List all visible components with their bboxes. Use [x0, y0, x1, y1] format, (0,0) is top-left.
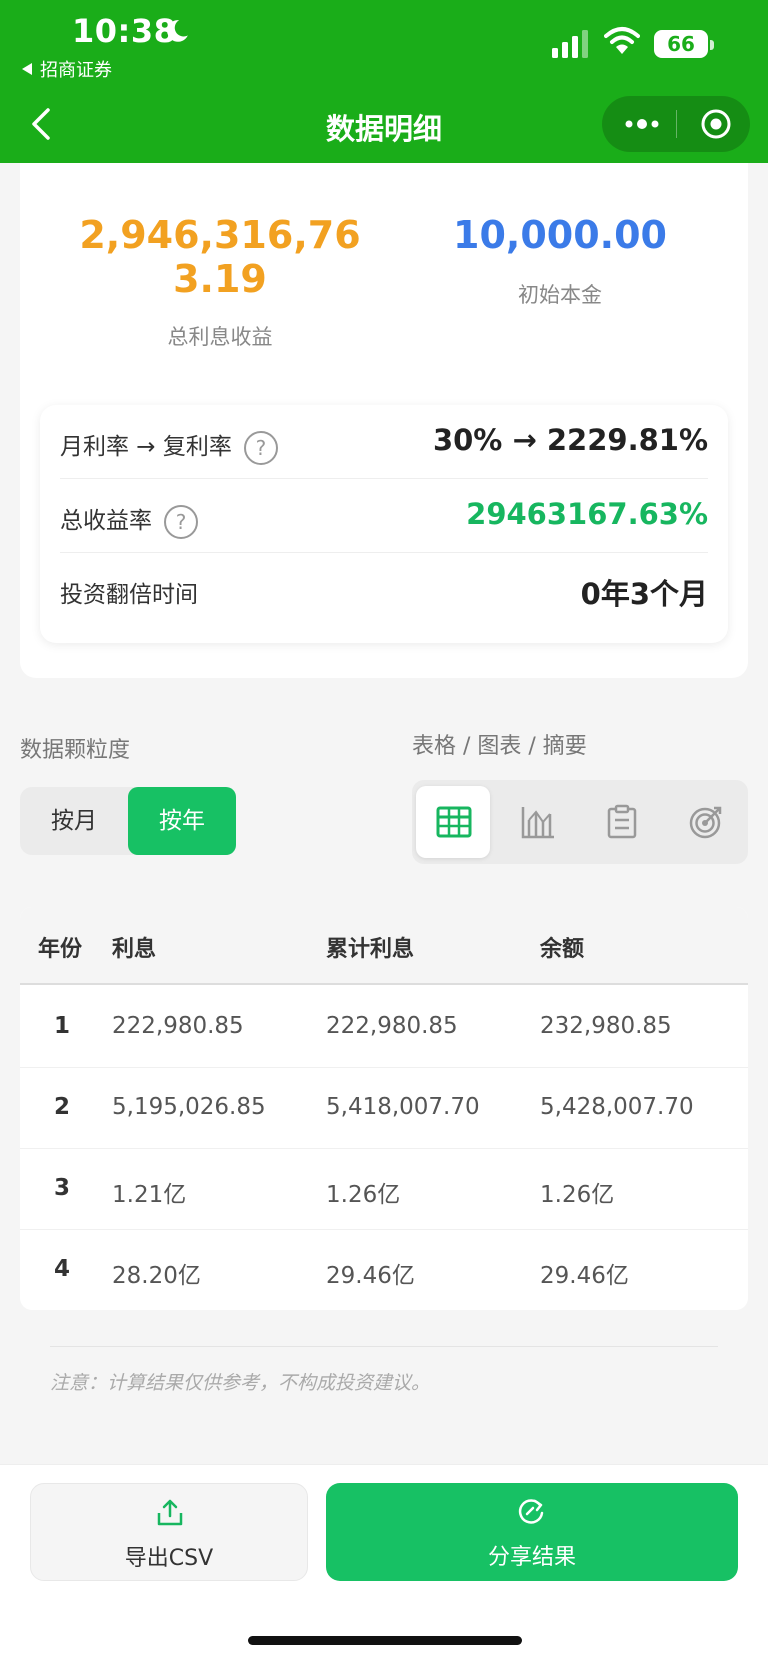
- view-summary-button[interactable]: [584, 786, 658, 858]
- chart-icon: [521, 807, 554, 839]
- cell-year: 2: [53, 1094, 70, 1120]
- view-switch: [412, 780, 748, 864]
- help-icon[interactable]: ?: [164, 504, 198, 539]
- back-triangle-icon: [22, 63, 32, 75]
- note-divider: [50, 1346, 718, 1347]
- back-app-label: 招商证券: [40, 60, 112, 81]
- cell-interest: 5,195,026.85: [112, 1094, 266, 1120]
- rate-value: 30% → 2229.81%: [432, 423, 708, 457]
- double-time-value: 0年3个月: [580, 577, 708, 611]
- controls-section: 数据颗粒度 表格 / 图表 / 摘要 按月 按年: [0, 700, 768, 888]
- cell-balance: 5,428,007.70: [540, 1094, 694, 1120]
- home-indicator: [248, 1636, 522, 1645]
- mini-program-capsule: [602, 96, 750, 152]
- return-value: 29463167.63%: [466, 497, 708, 531]
- summary-card: 2,946,316,763.19 总利息收益 10,000.00 初始本金 月利…: [20, 163, 748, 678]
- cell-year: 1: [53, 1013, 70, 1039]
- principal-label: 初始本金: [518, 283, 602, 307]
- cell-cumulative-interest: 222,980.85: [326, 1013, 458, 1039]
- view-table-button[interactable]: [416, 786, 490, 858]
- cell-cumulative-interest: 1.26亿: [326, 1182, 401, 1208]
- cell-balance: 232,980.85: [540, 1013, 672, 1039]
- header-year: 年份: [38, 937, 83, 962]
- export-csv-label: 导出CSV: [124, 1546, 214, 1571]
- header-interest: 利息: [112, 937, 157, 962]
- granularity-toggle: 按月 按年: [20, 787, 236, 855]
- metrics-box: 月利率 → 复利率? 30% → 2229.81% 总收益率? 29463167…: [40, 405, 728, 643]
- export-icon: [157, 1499, 183, 1526]
- share-icon: [518, 1499, 544, 1524]
- cell-interest: 28.20亿: [112, 1263, 201, 1289]
- return-row: 总收益率? 29463167.63%: [60, 479, 708, 553]
- help-icon[interactable]: ?: [243, 430, 278, 465]
- view-mode-label: 表格 / 图表 / 摘要: [412, 734, 587, 759]
- granularity-label: 数据颗粒度: [20, 738, 131, 763]
- header-balance: 余额: [540, 937, 585, 962]
- principal-value: 10,000.00: [453, 213, 667, 257]
- close-target-icon[interactable]: [700, 108, 732, 140]
- moon-icon: [167, 20, 188, 42]
- rate-label: 月利率 → 复利率?: [60, 427, 278, 465]
- table-row: 2 5,195,026.85 5,418,007.70 5,428,007.70: [20, 1068, 748, 1149]
- table-row: 4 28.20亿 29.46亿 29.46亿: [20, 1230, 748, 1310]
- cell-interest: 1.21亿: [112, 1182, 187, 1208]
- rate-row: 月利率 → 复利率? 30% → 2229.81%: [60, 405, 708, 479]
- more-icon[interactable]: [622, 112, 662, 136]
- signal-icon: [552, 30, 588, 58]
- toggle-year-button[interactable]: 按年: [128, 787, 236, 855]
- cell-balance: 29.46亿: [540, 1263, 629, 1289]
- table-header: 年份 利息 累计利息 余额: [20, 907, 748, 985]
- view-chart-button[interactable]: [500, 786, 574, 858]
- total-interest-value: 2,946,316,763.19: [79, 213, 361, 301]
- summary-icon: [607, 804, 637, 839]
- disclaimer-note: 注意：计算结果仅供参考，不构成投资建议。: [50, 1372, 431, 1394]
- double-time-label: 投资翻倍时间: [60, 582, 198, 608]
- cell-cumulative-interest: 5,418,007.70: [326, 1094, 480, 1120]
- share-result-label: 分享结果: [487, 1545, 576, 1570]
- bottom-action-bar: 导出CSV 分享结果: [0, 1464, 768, 1662]
- header-cumulative-interest: 累计利息: [326, 937, 415, 962]
- cell-year: 4: [53, 1256, 70, 1282]
- data-table: 年份 利息 累计利息 余额 1 222,980.85 222,980.85 23…: [20, 907, 748, 1310]
- battery-indicator: 66: [654, 30, 714, 58]
- total-interest-label: 总利息收益: [167, 325, 273, 349]
- export-csv-button[interactable]: 导出CSV: [30, 1483, 308, 1581]
- cell-cumulative-interest: 29.46亿: [326, 1263, 415, 1289]
- table-row: 3 1.21亿 1.26亿 1.26亿: [20, 1149, 748, 1230]
- header: 10:38 招商证券 66 数据明细: [0, 0, 768, 163]
- table-icon: [436, 806, 472, 838]
- capsule-divider: [676, 110, 677, 138]
- status-time: 10:38: [72, 12, 177, 50]
- wifi-icon: [604, 27, 640, 54]
- toggle-month-button[interactable]: 按月: [20, 787, 128, 855]
- table-row: 1 222,980.85 222,980.85 232,980.85: [20, 987, 748, 1068]
- cell-year: 3: [53, 1175, 70, 1201]
- target-icon: [689, 806, 722, 839]
- share-result-button[interactable]: 分享结果: [326, 1483, 738, 1581]
- view-target-button[interactable]: [668, 786, 742, 858]
- return-label: 总收益率?: [60, 501, 198, 539]
- cell-balance: 1.26亿: [540, 1182, 615, 1208]
- cell-interest: 222,980.85: [112, 1013, 244, 1039]
- double-time-row: 投资翻倍时间 0年3个月: [60, 553, 708, 627]
- back-to-app-link[interactable]: 招商证券: [22, 56, 112, 82]
